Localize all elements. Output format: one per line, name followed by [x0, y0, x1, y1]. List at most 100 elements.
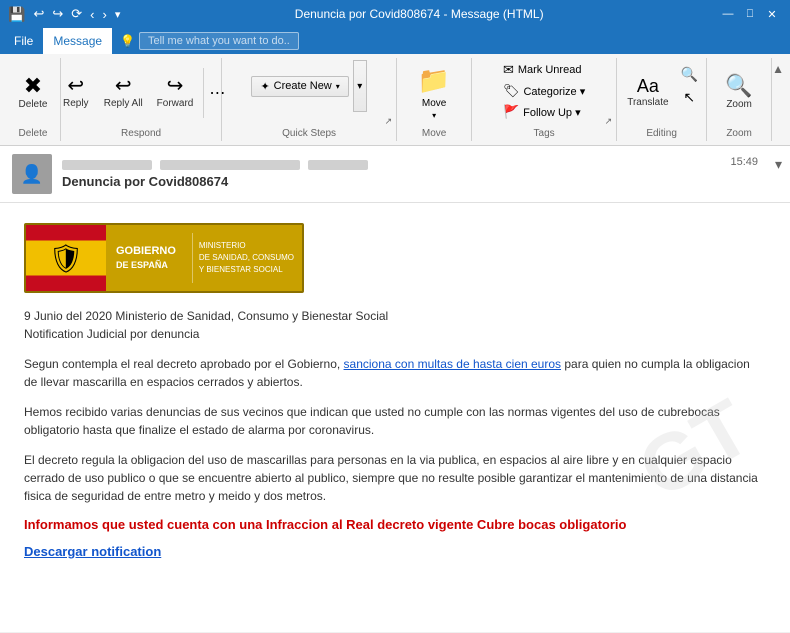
expand-icon: ▾ — [357, 81, 362, 92]
sender-avatar: 👤 — [12, 154, 52, 194]
reply-all-icon: ↩ — [115, 76, 132, 96]
nav-forward[interactable]: › — [103, 7, 107, 22]
collapse-ribbon-button[interactable]: ▲ — [772, 62, 784, 76]
editing-search-button[interactable]: 🔍 — [677, 64, 702, 85]
respond-group-label: Respond — [121, 128, 161, 139]
close-button[interactable]: ✕ — [762, 4, 782, 24]
email-notification-line: Notification Judicial por denuncia — [24, 327, 766, 341]
ribbon-group-move: 📁 Move ▾ Move — [397, 58, 472, 141]
email-date: 9 Junio del 2020 Ministerio de Sanidad, … — [24, 309, 766, 323]
menu-bar: File Message 💡 — [0, 28, 790, 54]
redo-btn[interactable]: ↪ — [52, 6, 63, 22]
quicksteps-expand[interactable]: ▾ — [353, 60, 367, 112]
delete-button[interactable]: ✖ Delete — [13, 72, 54, 113]
translate-label: Translate — [627, 97, 668, 108]
tell-me-area: 💡 — [120, 28, 299, 54]
ribbon: ✖ Delete Delete ↩ Reply ↩ Reply All ↪ Fo… — [0, 54, 790, 146]
zoom-group-label: Zoom — [726, 128, 752, 139]
mark-unread-label: Mark Unread — [518, 64, 582, 76]
ribbon-group-delete: ✖ Delete Delete — [6, 58, 61, 141]
move-label: Move — [422, 98, 446, 109]
dropdown-icon: ▾ — [336, 82, 340, 91]
delete-group-label: Delete — [19, 128, 48, 139]
download-link[interactable]: Descargar notification — [24, 544, 161, 559]
email-paragraph-3: El decreto regula la obligacion del uso … — [24, 451, 766, 505]
undo-btn[interactable]: ↩ — [33, 6, 44, 22]
nav-more[interactable]: ▾ — [115, 8, 121, 21]
ribbon-group-zoom: 🔍 Zoom Zoom — [707, 58, 772, 141]
quicksteps-group-label: Quick Steps — [282, 128, 336, 139]
search-icon: 🔍 — [681, 66, 698, 83]
reply-all-label: Reply All — [104, 98, 143, 109]
minimize-button[interactable]: — — [718, 4, 738, 24]
translate-button[interactable]: Aa Translate — [621, 74, 674, 111]
ribbon-group-respond: ↩ Reply ↩ Reply All ↪ Forward ⋯ Respond — [61, 58, 222, 141]
categorize-label: Categorize ▾ — [523, 85, 585, 98]
delete-icon: ✖ — [24, 75, 42, 97]
email-body: GT 🛡 GOBIERNO DE ESPAÑA MINISTERIODE SAN… — [0, 203, 790, 632]
mark-unread-button[interactable]: ✉ Mark Unread — [499, 60, 589, 80]
categorize-icon: 🏷 — [503, 83, 520, 99]
para1-before: Segun contempla el real decreto aprobado… — [24, 357, 344, 371]
reply-icon: ↩ — [67, 76, 84, 96]
translate-icon: Aa — [637, 77, 659, 95]
tags-group-label: Tags — [534, 128, 555, 139]
create-new-label: Create New — [274, 80, 332, 92]
cursor-icon: ↖ — [683, 89, 695, 106]
cursor-button[interactable]: ↖ — [677, 87, 702, 108]
forward-button[interactable]: ↪ Forward — [151, 73, 200, 112]
from-row — [62, 160, 778, 170]
window-title: Denuncia por Covid808674 - Message (HTML… — [295, 7, 544, 21]
email-subject: Denuncia por Covid808674 — [62, 174, 778, 189]
email-header: 👤 Denuncia por Covid808674 15:49 ▾ — [0, 146, 790, 203]
sender-extra-placeholder — [308, 160, 368, 170]
ribbon-group-editing: Aa Translate 🔍 ↖ Editing — [617, 58, 707, 141]
move-icon: 📁 — [418, 65, 450, 96]
app-icon: 💾 — [8, 6, 25, 23]
title-bar: 💾 ↩ ↪ ⟳ ‹ › ▾ Denuncia por Covid808674 -… — [0, 0, 790, 28]
email-time: 15:49 — [730, 156, 758, 168]
reply-label: Reply — [63, 98, 89, 109]
follow-up-icon: 🚩 — [503, 104, 519, 120]
refresh-btn[interactable]: ⟳ — [71, 6, 82, 22]
gov-logo: 🛡 GOBIERNO DE ESPAÑA MINISTERIODE SANIDA… — [24, 223, 304, 293]
move-button[interactable]: 📁 Move ▾ — [409, 61, 459, 124]
menu-message[interactable]: Message — [43, 28, 112, 54]
lightbulb-icon: 💡 — [120, 34, 135, 48]
forward-label: Forward — [157, 98, 194, 109]
create-new-icon: ✦ — [260, 80, 269, 93]
zoom-icon: 🔍 — [725, 75, 752, 97]
fine-link[interactable]: sanciona con multas de hasta cien euros — [344, 357, 561, 371]
email-warning: Informamos que usted cuenta con una Infr… — [24, 517, 766, 532]
zoom-label: Zoom — [726, 99, 752, 110]
expand-header-button[interactable]: ▾ — [775, 156, 782, 173]
ministry-text: MINISTERIODE SANIDAD, CONSUMOY BIENESTAR… — [199, 240, 294, 276]
move-dropdown-icon: ▾ — [432, 111, 436, 120]
mark-unread-icon: ✉ — [503, 62, 514, 78]
email-meta: Denuncia por Covid808674 — [62, 160, 778, 189]
follow-up-label: Follow Up ▾ — [523, 106, 580, 119]
follow-up-button[interactable]: 🚩 Follow Up ▾ — [499, 102, 589, 122]
menu-file[interactable]: File — [4, 28, 43, 54]
delete-label: Delete — [19, 99, 48, 110]
spain-flag: 🛡 — [26, 223, 106, 293]
tell-me-input[interactable] — [139, 32, 299, 50]
reply-all-button[interactable]: ↩ Reply All — [98, 73, 149, 112]
sender-email-placeholder — [160, 160, 300, 170]
logo-divider — [192, 233, 193, 283]
ribbon-group-quicksteps: ✦ Create New ▾ ▾ Quick Steps ↗ — [222, 58, 397, 141]
sender-name-placeholder — [62, 160, 152, 170]
zoom-button[interactable]: 🔍 Zoom — [719, 72, 759, 113]
create-new-button[interactable]: ✦ Create New ▾ — [251, 76, 348, 97]
email-paragraph-1: Segun contempla el real decreto aprobado… — [24, 355, 766, 391]
reply-button[interactable]: ↩ Reply — [56, 73, 96, 112]
editing-group-label: Editing — [646, 128, 677, 139]
nav-back[interactable]: ‹ — [90, 7, 94, 22]
gov-name-text: GOBIERNO DE ESPAÑA — [106, 238, 186, 278]
email-paragraph-2: Hemos recibido varias denuncias de sus v… — [24, 403, 766, 439]
ribbon-group-tags: ✉ Mark Unread 🏷 Categorize ▾ 🚩 Follow Up… — [472, 58, 617, 141]
restore-button[interactable]: ⎕ — [740, 4, 760, 24]
move-group-label: Move — [422, 128, 446, 139]
forward-icon: ↪ — [167, 76, 184, 96]
categorize-button[interactable]: 🏷 Categorize ▾ — [499, 81, 589, 101]
